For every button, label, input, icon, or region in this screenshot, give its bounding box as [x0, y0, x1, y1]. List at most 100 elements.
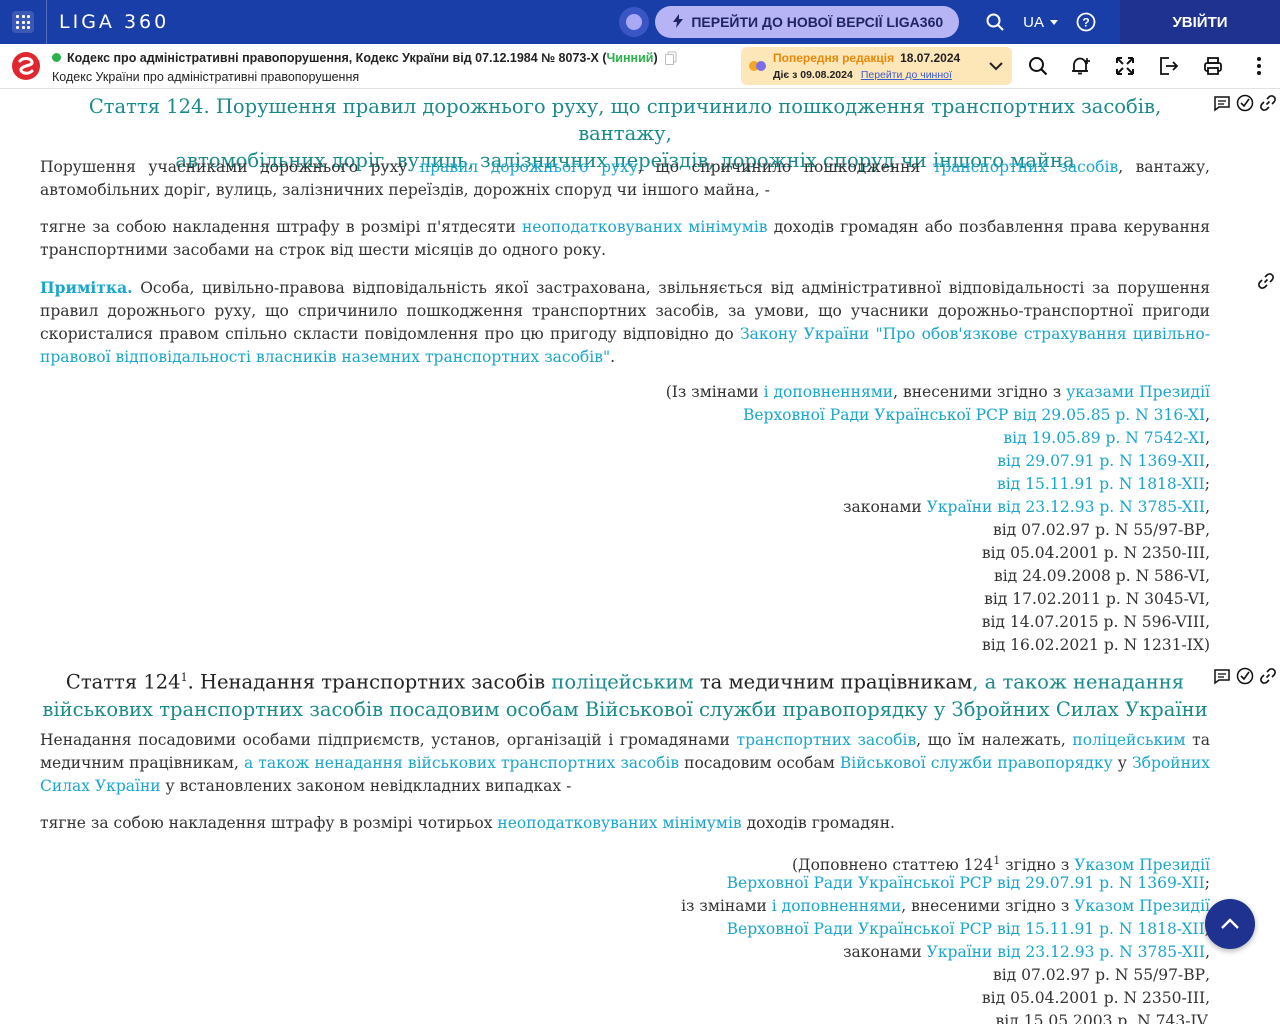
- search-icon[interactable]: [983, 10, 1007, 34]
- comment-icon[interactable]: [1212, 666, 1232, 686]
- link-military[interactable]: а також ненадання військових: [244, 754, 501, 772]
- status-dot-icon: [52, 53, 61, 62]
- amendment-link[interactable]: Верховної Ради Української РСР від 15.11…: [727, 920, 1205, 938]
- print-icon[interactable]: [1201, 54, 1225, 78]
- title-text-highlight: поліцейським: [551, 670, 694, 694]
- document-content: Стаття 124. Порушення правил дорожнього …: [0, 89, 1280, 1024]
- amendment-line: від 16.02.2021 р. N 1231-IX): [982, 636, 1210, 654]
- redaction-selector[interactable]: Попередня редакція 18.07.2024 Діє з 09.08…: [741, 47, 1012, 85]
- amendment-link[interactable]: України від 23.12.93 р. N 3785-XII: [927, 943, 1205, 961]
- document-title-text: Кодекс про адміністративні правопорушенн…: [67, 50, 607, 65]
- amendment-link[interactable]: від 19.05.89 р. N 7542-XI: [1003, 429, 1205, 447]
- liga-logo[interactable]: [0, 44, 52, 89]
- document-title: Кодекс про адміністративні правопорушенн…: [52, 51, 732, 65]
- amendment-link[interactable]: від 29.07.91 р. N 1369-XII: [997, 452, 1205, 470]
- document-header: Кодекс про адміністративні правопорушенн…: [0, 44, 1280, 89]
- redaction-label: Попередня редакція: [773, 51, 895, 65]
- link-icon[interactable]: [1258, 93, 1278, 113]
- link-traffic-rules[interactable]: правил дорожнього руху: [420, 158, 638, 176]
- link-icon[interactable]: [1258, 666, 1278, 686]
- more-vert-icon[interactable]: [1247, 54, 1271, 78]
- amendment-link[interactable]: Верховної Ради Української РСР від 29.05…: [743, 406, 1205, 424]
- amendment-link[interactable]: указами Президії: [1066, 383, 1210, 401]
- text-span: у встановлених законом невідкладних випа…: [160, 777, 572, 795]
- article-124-note: Примітка. Особа, цивільно-правова відпов…: [40, 276, 1210, 369]
- document-title-close: ): [653, 50, 658, 65]
- svg-text:?: ?: [1082, 16, 1089, 30]
- document-title-block: Кодекс про адміністративні правопорушенн…: [52, 49, 732, 84]
- brand-logo[interactable]: LIGA 360: [46, 0, 176, 44]
- note-label: Примітка.: [40, 278, 133, 297]
- article-124-tools: [1212, 93, 1278, 113]
- copy-icon[interactable]: [664, 51, 678, 65]
- assistant-button[interactable]: [619, 7, 650, 37]
- add-notification-icon[interactable]: [1069, 54, 1093, 78]
- amendment-link[interactable]: від 15.11.91 р. N 1818-XII: [997, 475, 1205, 493]
- export-icon[interactable]: [1157, 54, 1181, 78]
- text-span: , що їм належать,: [916, 731, 1073, 749]
- link-minimums[interactable]: неоподатковуваних мінімумів: [497, 814, 741, 832]
- check-icon[interactable]: [1235, 666, 1255, 686]
- text-span: Порушення учасниками дорожнього руху: [40, 158, 420, 176]
- language-value: UA: [1023, 13, 1044, 31]
- link-military-police[interactable]: Військової служби правопорядку: [840, 754, 1113, 772]
- language-select[interactable]: UA: [1023, 14, 1058, 31]
- link-vehicles[interactable]: транспортних засобів: [737, 731, 917, 749]
- amendment-line: від 14.07.2015 р. N 596-VIII,: [981, 613, 1210, 631]
- amendment-link[interactable]: Верховної Ради Української РСР від 29.07…: [727, 874, 1205, 892]
- article-124-1-paragraph-2: тягне за собою накладення штрафу в розмі…: [40, 812, 1210, 835]
- amendment-line: від 05.04.2001 р. N 2350-III,: [981, 544, 1210, 562]
- article-124-paragraph-2: тягне за собою накладення штрафу в розмі…: [40, 216, 1210, 262]
- article-124-1-paragraph-1: Ненадання посадовими особами підприємств…: [40, 729, 1210, 798]
- text-span: , внесеними згідно з: [901, 897, 1075, 915]
- title-sup: 1: [180, 671, 188, 684]
- text-span: тягне за собою накладення штрафу в розмі…: [40, 814, 498, 832]
- link-vehicles[interactable]: транспортних засобів: [501, 754, 679, 772]
- amendment-line: від 24.09.2008 р. N 586-VI,: [993, 567, 1210, 585]
- caret-down-icon: [1050, 19, 1058, 25]
- fullscreen-icon[interactable]: [1113, 54, 1137, 78]
- chevron-down-icon[interactable]: [984, 61, 1008, 71]
- comment-icon[interactable]: [1212, 93, 1232, 113]
- text-span: посадовим особам: [679, 754, 840, 772]
- help-icon[interactable]: ?: [1074, 10, 1098, 34]
- amendment-link[interactable]: України від 23.12.93 р. N 3785-XII: [927, 498, 1205, 516]
- check-icon[interactable]: [1235, 93, 1255, 113]
- text-span: тягне за собою накладення штрафу в розмі…: [40, 218, 522, 236]
- amendment-link[interactable]: і доповненнями: [772, 897, 901, 915]
- scroll-to-top-button[interactable]: [1205, 899, 1255, 949]
- document-subtitle: Кодекс України про адміністративні право…: [52, 69, 360, 84]
- text-span: законами: [843, 943, 927, 961]
- top-bar: LIGA 360 ПЕРЕЙТИ ДО НОВОЇ ВЕРСІЇ LIGA360…: [0, 0, 1280, 44]
- amendment-line: від 05.04.2001 р. N 2350-III,: [981, 989, 1210, 1007]
- new-version-button[interactable]: ПЕРЕЙТИ ДО НОВОЇ ВЕРСІЇ LIGA360: [655, 6, 960, 38]
- link-vehicles[interactable]: транспортних засобів: [933, 158, 1119, 176]
- link-icon[interactable]: [1257, 272, 1277, 292]
- title-text: . Ненадання транспортних засобів: [187, 670, 552, 694]
- amendment-line: від 17.02.2011 р. N 3045-VI,: [984, 590, 1210, 608]
- redaction-icon: [749, 61, 767, 71]
- bolt-icon: [673, 13, 684, 31]
- amendment-link[interactable]: і доповненнями: [764, 383, 893, 401]
- amendment-line: від 07.02.97 р. N 55/97-ВР,: [992, 521, 1210, 539]
- article-124-1-title: Стаття 1241. Ненадання транспортних засо…: [40, 664, 1210, 723]
- title-text: та медичним працівникам: [693, 670, 973, 694]
- go-to-current-link[interactable]: Перейти до чинної: [861, 69, 952, 81]
- text-span: доходів громадян.: [741, 814, 895, 832]
- amendment-link[interactable]: Указом Президії: [1074, 897, 1210, 915]
- amendment-line: від 15.05.2003 р. N 743-IV,: [995, 1012, 1210, 1024]
- article-124-paragraph-1: Порушення учасниками дорожнього руху пра…: [40, 156, 1210, 202]
- title-text-highlight: , а також ненадання: [972, 670, 1185, 694]
- text-span: у: [1112, 754, 1132, 772]
- text-span: , що спричинило пошкодження: [638, 158, 933, 176]
- link-minimums[interactable]: неоподатковуваних мінімумів: [522, 218, 768, 236]
- login-button[interactable]: УВІЙТИ: [1120, 0, 1280, 44]
- search-icon[interactable]: [1026, 54, 1050, 78]
- text-span: Ненадання посадовими особами підприємств…: [40, 731, 737, 749]
- apps-grid-icon[interactable]: [0, 0, 46, 44]
- link-police[interactable]: поліцейським: [1072, 731, 1185, 749]
- arrow-up-icon: [1221, 918, 1239, 929]
- new-version-label: ПЕРЕЙТИ ДО НОВОЇ ВЕРСІЇ LIGA360: [691, 14, 944, 30]
- article-124-amendments: (Із змінами і доповненнями, внесеними зг…: [666, 381, 1210, 657]
- article-124-1-amendments: (Доповнено статтею 1241 згідно з Указом …: [681, 849, 1210, 1024]
